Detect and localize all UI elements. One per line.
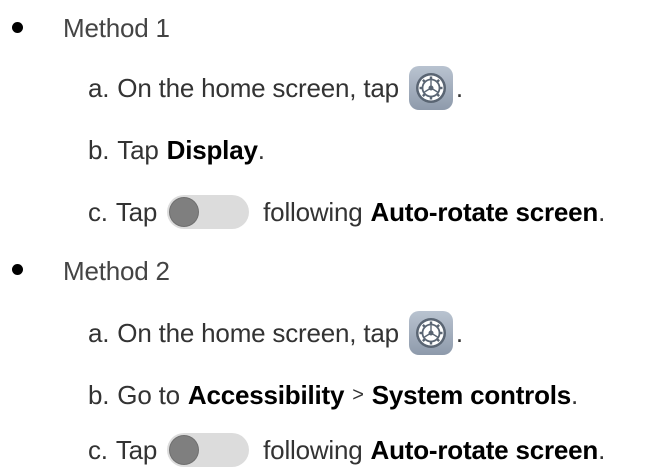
method-1-step-b: b. Tap Display . — [88, 130, 265, 170]
step-text-end: . — [455, 317, 463, 348]
step-text-middle: following — [263, 434, 363, 465]
display-setting-label: Display — [166, 134, 258, 165]
bullet-method-1 — [12, 22, 23, 33]
step-text-end: . — [598, 196, 606, 227]
settings-gear-icon — [408, 66, 453, 110]
breadcrumb-separator: > — [352, 383, 364, 406]
auto-rotate-label: Auto-rotate screen — [370, 434, 599, 465]
step-letter: b. — [88, 379, 110, 410]
step-text-end: . — [455, 72, 463, 103]
step-text-end: . — [571, 379, 579, 410]
method-label: Method 1 — [63, 12, 170, 43]
accessibility-label: Accessibility — [187, 379, 345, 410]
method-1-step-a: a. On the home screen, tap . — [88, 66, 463, 110]
step-text-middle: following — [263, 196, 363, 227]
method-2-heading: Method 2 — [63, 251, 170, 291]
step-text-end: . — [257, 134, 265, 165]
method-2-step-c: c. Tap following Auto-rotate screen . — [88, 430, 605, 470]
step-text-end: . — [598, 434, 606, 465]
system-controls-label: System controls — [371, 379, 572, 410]
method-1-heading: Method 1 — [63, 8, 170, 48]
toggle-knob — [170, 436, 199, 464]
step-letter: c. — [88, 434, 108, 465]
step-letter: a. — [88, 72, 110, 103]
auto-rotate-label: Auto-rotate screen — [370, 196, 599, 227]
method-2-step-a: a. On the home screen, tap . — [88, 311, 463, 355]
step-text: On the home screen, tap — [117, 72, 399, 103]
step-text: On the home screen, tap — [117, 317, 399, 348]
settings-gear-icon — [408, 311, 453, 355]
step-letter: a. — [88, 317, 110, 348]
bullet-method-2 — [12, 264, 23, 275]
step-text: Tap — [115, 196, 158, 227]
toggle-switch-icon — [167, 195, 250, 229]
toggle-knob — [170, 198, 199, 226]
step-letter: b. — [88, 134, 110, 165]
step-letter: c. — [88, 196, 108, 227]
toggle-switch-icon — [167, 433, 250, 467]
method-2-step-b: b. Go to Accessibility > System controls… — [88, 375, 578, 415]
method-1-step-c: c. Tap following Auto-rotate screen . — [88, 192, 605, 232]
step-text: Tap — [115, 434, 158, 465]
method-label: Method 2 — [63, 255, 170, 286]
step-text: Go to — [117, 379, 180, 410]
step-text: Tap — [117, 134, 159, 165]
